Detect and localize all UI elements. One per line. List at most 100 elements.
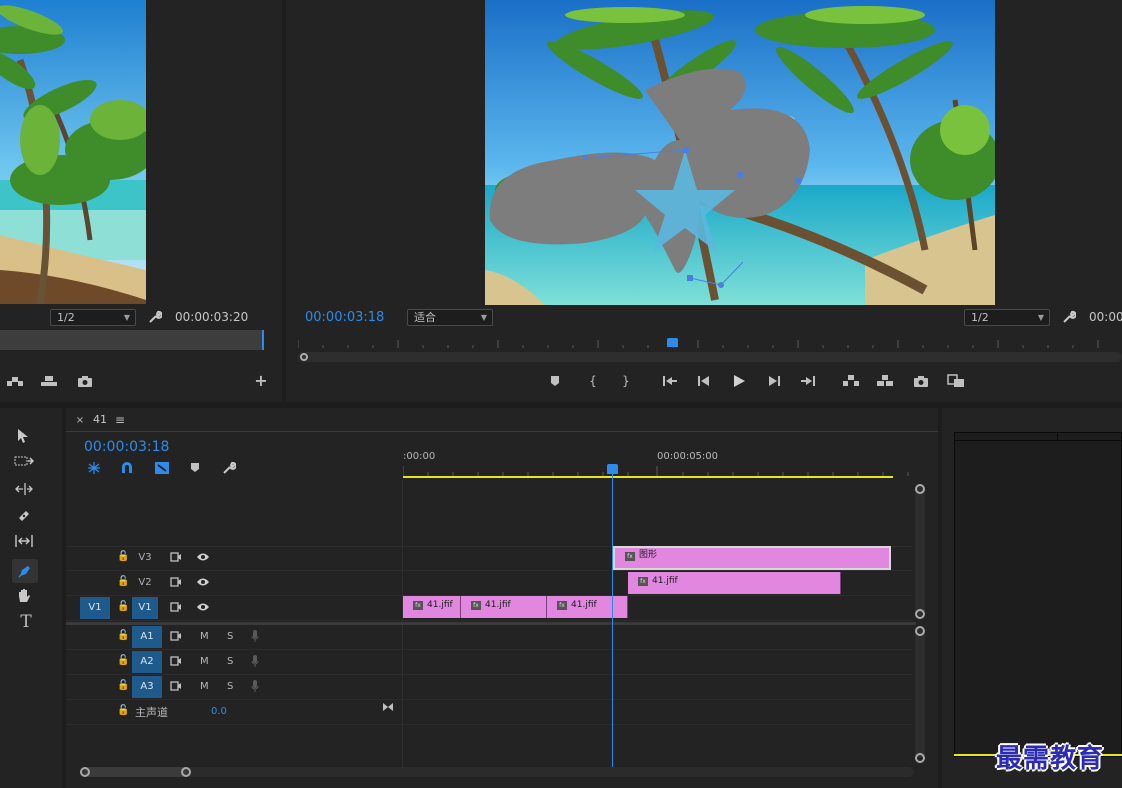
bowtie-icon[interactable] bbox=[382, 702, 396, 712]
add-button-icon[interactable]: + bbox=[253, 373, 269, 389]
zoom-fit-dropdown[interactable]: 适合 ▼ bbox=[407, 309, 493, 326]
ripple-edit-icon[interactable] bbox=[14, 481, 38, 497]
clip-v1-b[interactable]: fx 41.jfif bbox=[461, 596, 547, 618]
camera-icon[interactable] bbox=[77, 374, 97, 388]
solo-button[interactable]: S bbox=[227, 656, 233, 667]
source-patch-v1[interactable]: V1 bbox=[80, 597, 110, 619]
zoom-handle-left[interactable] bbox=[80, 767, 90, 777]
microphone-icon[interactable] bbox=[251, 680, 263, 692]
selection-tool-icon[interactable] bbox=[16, 428, 36, 444]
track-name-a3[interactable]: A3 bbox=[132, 676, 162, 698]
sync-lock-icon[interactable] bbox=[170, 681, 184, 691]
extract-icon[interactable] bbox=[876, 374, 896, 388]
track-name-v1[interactable]: V1 bbox=[132, 597, 158, 619]
close-tab-icon[interactable]: × bbox=[74, 414, 86, 428]
go-to-in-icon[interactable] bbox=[662, 375, 680, 387]
wrench-icon[interactable] bbox=[148, 310, 164, 324]
track-name-v2[interactable]: V2 bbox=[132, 572, 158, 594]
hand-icon[interactable] bbox=[16, 588, 36, 604]
nest-icon[interactable] bbox=[86, 461, 104, 475]
eye-icon[interactable] bbox=[196, 602, 212, 612]
zoom-handle-right[interactable] bbox=[181, 767, 191, 777]
scroll-handle-top[interactable] bbox=[915, 626, 925, 636]
comparison-view-icon[interactable] bbox=[947, 374, 967, 388]
timeline-zoom-range[interactable] bbox=[84, 767, 188, 777]
sync-lock-icon[interactable] bbox=[170, 602, 184, 612]
linked-selection-icon[interactable] bbox=[154, 461, 172, 475]
wrench-icon[interactable] bbox=[1062, 310, 1078, 324]
sync-lock-icon[interactable] bbox=[170, 656, 184, 666]
eye-icon[interactable] bbox=[196, 577, 212, 587]
scroll-handle-bottom[interactable] bbox=[915, 609, 925, 619]
track-name-a2[interactable]: A2 bbox=[132, 651, 162, 673]
lock-icon[interactable]: 🔓 bbox=[117, 551, 129, 562]
lock-icon[interactable]: 🔓 bbox=[117, 705, 129, 716]
source-scrub-bar[interactable] bbox=[0, 330, 264, 350]
mute-button[interactable]: M bbox=[200, 631, 209, 642]
play-icon[interactable] bbox=[732, 374, 748, 388]
go-to-out-icon[interactable] bbox=[800, 375, 818, 387]
clip-graphic[interactable]: fx 图形 bbox=[613, 546, 891, 570]
lock-icon[interactable]: 🔓 bbox=[117, 630, 129, 641]
program-playhead[interactable] bbox=[667, 338, 678, 347]
video-scrollbar[interactable] bbox=[915, 486, 925, 616]
overwrite-icon[interactable] bbox=[40, 374, 60, 388]
program-resolution-dropdown[interactable]: 1/2 ▼ bbox=[964, 309, 1050, 326]
track-name-a1[interactable]: A1 bbox=[132, 626, 162, 648]
step-forward-icon[interactable] bbox=[767, 375, 783, 387]
tab-menu-icon[interactable]: ≡ bbox=[113, 413, 127, 427]
insert-icon[interactable] bbox=[6, 374, 26, 388]
export-frame-icon[interactable] bbox=[913, 374, 933, 388]
source-playhead[interactable] bbox=[262, 330, 264, 350]
sync-lock-icon[interactable] bbox=[170, 577, 184, 587]
track-name-v3[interactable]: V3 bbox=[132, 547, 158, 569]
source-timecode[interactable]: 00:00:03:20 bbox=[175, 310, 248, 324]
microphone-icon[interactable] bbox=[251, 655, 263, 667]
program-timecode-right[interactable]: 00:00 bbox=[1089, 310, 1122, 324]
master-volume[interactable]: 0.0 bbox=[211, 706, 227, 717]
timeline-timecode[interactable]: 00:00:03:18 bbox=[84, 439, 169, 455]
mark-in-icon[interactable]: { bbox=[585, 374, 601, 388]
step-back-icon[interactable] bbox=[697, 375, 713, 387]
mute-button[interactable]: M bbox=[200, 656, 209, 667]
sync-lock-icon[interactable] bbox=[170, 631, 184, 641]
track-row-a3 bbox=[66, 675, 912, 700]
program-time-ruler[interactable] bbox=[298, 336, 1122, 350]
sequence-tab[interactable]: 41 bbox=[93, 413, 107, 426]
eye-icon[interactable] bbox=[196, 552, 212, 562]
razor-icon[interactable] bbox=[16, 508, 36, 524]
pen-tool-button[interactable] bbox=[12, 559, 38, 583]
track-select-icon[interactable] bbox=[14, 454, 38, 468]
program-zoom-handle[interactable] bbox=[300, 353, 308, 361]
mute-button[interactable]: M bbox=[200, 681, 209, 692]
chevron-down-icon: ▼ bbox=[480, 313, 487, 322]
timeline-zoom-bar[interactable] bbox=[80, 767, 914, 777]
lock-icon[interactable]: 🔓 bbox=[117, 601, 129, 612]
lift-icon[interactable] bbox=[842, 374, 862, 388]
source-resolution-dropdown[interactable]: 1/2 ▼ bbox=[50, 309, 136, 326]
lock-icon[interactable]: 🔓 bbox=[117, 655, 129, 666]
snap-icon[interactable] bbox=[120, 461, 138, 475]
mark-out-icon[interactable]: } bbox=[618, 374, 634, 388]
add-marker-icon[interactable] bbox=[190, 462, 204, 473]
timeline-settings-icon[interactable] bbox=[222, 461, 240, 475]
program-zoom-bar[interactable] bbox=[298, 352, 1122, 362]
audio-scrollbar[interactable] bbox=[915, 628, 925, 758]
clip-v2[interactable]: fx 41.jfif bbox=[628, 572, 841, 594]
program-timecode[interactable]: 00:00:03:18 bbox=[305, 310, 384, 325]
lock-icon[interactable]: 🔓 bbox=[117, 576, 129, 587]
lock-icon[interactable]: 🔓 bbox=[117, 680, 129, 691]
scroll-handle-bottom[interactable] bbox=[915, 753, 925, 763]
slip-icon[interactable] bbox=[14, 534, 38, 548]
clip-v1-a[interactable]: fx 41.jfif bbox=[403, 596, 461, 618]
timeline-playhead-line[interactable] bbox=[612, 472, 613, 767]
microphone-icon[interactable] bbox=[251, 630, 263, 642]
type-icon[interactable]: T bbox=[16, 614, 36, 631]
scroll-handle-top[interactable] bbox=[915, 484, 925, 494]
solo-button[interactable]: S bbox=[227, 631, 233, 642]
sync-lock-icon[interactable] bbox=[170, 552, 184, 562]
clip-v1-c[interactable]: fx 41.jfif bbox=[547, 596, 628, 618]
solo-button[interactable]: S bbox=[227, 681, 233, 692]
work-area-bar[interactable] bbox=[403, 476, 893, 478]
add-marker-icon[interactable] bbox=[549, 375, 565, 387]
